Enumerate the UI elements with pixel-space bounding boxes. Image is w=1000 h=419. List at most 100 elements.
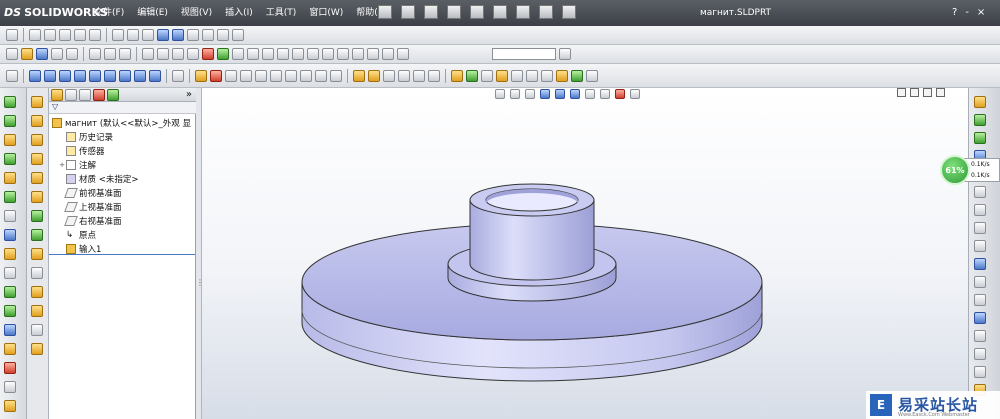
command-icon[interactable] [4, 115, 16, 127]
dome-icon[interactable] [300, 69, 312, 82]
hide-show-icon[interactable] [172, 48, 184, 60]
select-filter-icon[interactable] [6, 29, 18, 41]
pan-icon[interactable] [89, 29, 101, 41]
zoom-to-area-icon[interactable] [510, 89, 520, 99]
curves-icon[interactable] [413, 69, 425, 82]
menu-edit[interactable]: 编辑(E) [137, 5, 168, 21]
print-icon[interactable] [51, 48, 63, 60]
command-icon[interactable] [4, 229, 16, 241]
file-explorer-icon[interactable] [974, 132, 986, 144]
command-icon[interactable] [4, 400, 16, 412]
loft-icon[interactable] [74, 69, 86, 82]
collapse-panel-icon[interactable]: » [186, 89, 192, 100]
solidworks-logo[interactable]: DS SOLIDWORKS [4, 5, 108, 21]
task-icon[interactable] [974, 330, 986, 342]
hide-show-items-icon[interactable] [585, 89, 595, 99]
sphere-7-icon[interactable] [382, 48, 394, 60]
line-icon[interactable] [172, 69, 184, 82]
cut-sweep-icon[interactable] [134, 69, 146, 82]
menu-file[interactable]: 文件(F) [94, 5, 124, 21]
display-icon[interactable] [157, 48, 169, 60]
tree-item-right-plane[interactable]: 右视基准面 [58, 214, 196, 228]
command-icon[interactable] [4, 191, 16, 203]
close-button[interactable]: × [977, 5, 985, 21]
display-manager-tab-icon[interactable] [107, 88, 119, 101]
sphere-3-icon[interactable] [322, 48, 334, 60]
command-icon[interactable] [4, 362, 16, 374]
restore-icon[interactable] [897, 88, 906, 97]
task-icon[interactable] [974, 348, 986, 360]
sketch-icon[interactable] [451, 69, 463, 82]
sweep-icon[interactable] [59, 69, 71, 82]
configuration-select[interactable] [492, 48, 556, 60]
sphere-5-icon[interactable] [352, 48, 364, 60]
texture-icon[interactable] [232, 48, 244, 60]
arc-icon[interactable] [526, 69, 538, 82]
command-icon[interactable] [4, 96, 16, 108]
edit-appearance-icon[interactable] [600, 89, 610, 99]
command-icon[interactable] [31, 153, 43, 165]
command-icon[interactable] [31, 248, 43, 260]
circle-icon[interactable] [511, 69, 523, 82]
options-icon[interactable] [562, 5, 576, 19]
dropdown-arrow-icon[interactable] [586, 69, 598, 82]
command-icon[interactable] [31, 134, 43, 146]
instant3d-icon[interactable] [428, 69, 440, 82]
undo-icon[interactable] [119, 48, 131, 60]
sphere-8-icon[interactable] [397, 48, 409, 60]
perspective-icon[interactable] [202, 29, 214, 41]
anchor-icon[interactable] [6, 69, 18, 82]
command-icon[interactable] [31, 343, 43, 355]
zoom-to-fit-icon[interactable] [495, 89, 505, 99]
properties-icon[interactable] [559, 48, 571, 60]
extrude-icon[interactable] [29, 69, 41, 82]
sphere-icon[interactable] [292, 48, 304, 60]
task-icon[interactable] [974, 366, 986, 378]
tile-icon[interactable] [910, 88, 919, 97]
redo-icon[interactable] [516, 5, 530, 19]
command-icon[interactable] [31, 229, 43, 241]
tree-root[interactable]: магнит (默认<<默认>_外观 显 [52, 116, 196, 130]
print-icon[interactable] [470, 5, 484, 19]
tree-item-origin[interactable]: ↳ 原点 [58, 228, 196, 242]
property-manager-tab-icon[interactable] [65, 88, 77, 101]
command-icon[interactable] [4, 381, 16, 393]
tree-item-history[interactable]: 历史记录 [58, 130, 196, 144]
smart-dimension-icon[interactable] [466, 69, 478, 82]
command-icon[interactable] [4, 305, 16, 317]
dimxpert-tab-icon[interactable] [93, 88, 105, 101]
command-icon[interactable] [4, 343, 16, 355]
part-model[interactable] [202, 88, 968, 419]
open-folder-icon[interactable] [424, 5, 438, 19]
camera-icon[interactable] [262, 48, 274, 60]
shadows-icon[interactable] [187, 29, 199, 41]
command-icon[interactable] [31, 210, 43, 222]
tree-item-sensors[interactable]: 传感器 [58, 144, 196, 158]
command-icon[interactable] [31, 286, 43, 298]
decal-icon[interactable] [277, 48, 289, 60]
expand-icon[interactable]: + [58, 161, 66, 169]
pattern-icon[interactable] [330, 69, 342, 82]
command-icon[interactable] [4, 134, 16, 146]
minimize-icon[interactable] [923, 88, 932, 97]
print-preview-icon[interactable] [66, 48, 78, 60]
pin-icon[interactable] [378, 5, 392, 19]
command-icon[interactable] [4, 153, 16, 165]
menu-view[interactable]: 视图(V) [181, 5, 212, 21]
sphere-4-icon[interactable] [337, 48, 349, 60]
draft-icon[interactable] [255, 69, 267, 82]
reference-plane-icon[interactable] [353, 69, 365, 82]
network-speed-widget[interactable]: 0.1K/s 0.1K/s 61% [940, 155, 1000, 185]
spline-icon[interactable] [541, 69, 553, 82]
edit-appearance-icon[interactable] [187, 48, 199, 60]
realview-icon[interactable] [232, 29, 244, 41]
dropdown-arrow-icon[interactable] [104, 48, 116, 60]
trim-icon[interactable] [556, 69, 568, 82]
zoom-fit-icon[interactable] [29, 29, 41, 41]
command-icon[interactable] [31, 305, 43, 317]
rectangle-icon[interactable] [496, 69, 508, 82]
command-icon[interactable] [31, 191, 43, 203]
revolve-icon[interactable] [44, 69, 56, 82]
sphere-2-icon[interactable] [307, 48, 319, 60]
coordinate-system-icon[interactable] [383, 69, 395, 82]
